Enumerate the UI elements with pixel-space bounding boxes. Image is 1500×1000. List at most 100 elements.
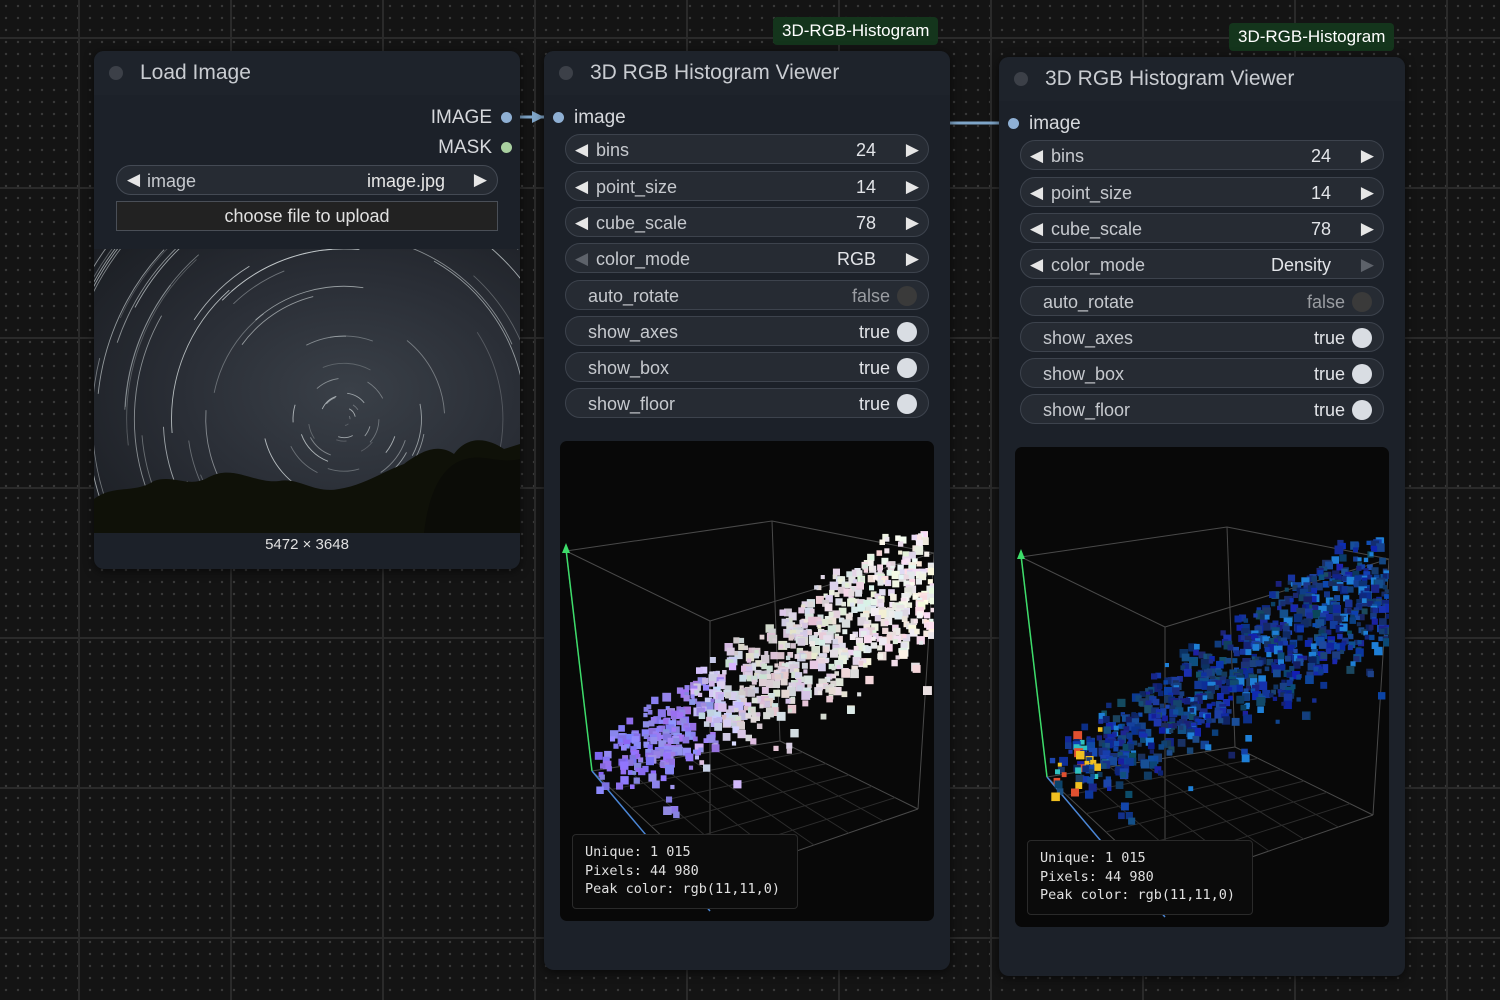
output-image-slot[interactable] xyxy=(501,112,512,123)
cube-scale-widget[interactable]: ◀ cube_scale 78 ▶ xyxy=(1020,213,1384,243)
right-triangle-icon[interactable]: ▶ xyxy=(906,213,919,233)
right-triangle-icon[interactable]: ▶ xyxy=(1361,219,1374,239)
histogram-point xyxy=(809,608,815,614)
cube-scale-widget[interactable]: ◀ cube_scale 78 ▶ xyxy=(565,207,929,237)
right-triangle-icon[interactable]: ▶ xyxy=(906,140,919,160)
histogram-point xyxy=(1227,709,1232,714)
histogram-point xyxy=(1275,719,1280,724)
left-triangle-icon[interactable]: ◀ xyxy=(1030,183,1043,203)
left-triangle-icon[interactable]: ◀ xyxy=(575,140,588,160)
left-triangle-icon[interactable]: ◀ xyxy=(127,170,140,190)
histogram-point xyxy=(1362,598,1367,603)
left-triangle-icon[interactable]: ◀ xyxy=(575,249,588,269)
collapse-dot-icon[interactable] xyxy=(559,66,573,80)
toggle-knob-icon[interactable] xyxy=(897,286,917,306)
right-triangle-icon[interactable]: ▶ xyxy=(906,177,919,197)
right-triangle-icon[interactable]: ▶ xyxy=(906,249,919,269)
histogram-point xyxy=(836,665,841,670)
auto-rotate-toggle[interactable]: auto_rotate false xyxy=(565,280,929,310)
histogram-point xyxy=(1158,690,1164,697)
histogram-point xyxy=(906,602,913,608)
histogram-point xyxy=(807,601,814,608)
right-triangle-icon[interactable]: ▶ xyxy=(1361,146,1374,166)
node-title-bar[interactable]: 3D RGB Histogram Viewer xyxy=(544,51,950,95)
toggle-knob-icon[interactable] xyxy=(1352,400,1372,420)
histogram-point xyxy=(1147,742,1155,750)
point-size-widget[interactable]: ◀ point_size 14 ▶ xyxy=(1020,177,1384,207)
histogram-point xyxy=(818,663,826,672)
histogram-point xyxy=(710,698,715,703)
histogram-point xyxy=(1163,680,1168,685)
toggle-knob-icon[interactable] xyxy=(897,394,917,414)
bins-widget[interactable]: ◀ bins 24 ▶ xyxy=(565,134,929,164)
show-axes-toggle[interactable]: show_axes true xyxy=(565,316,929,346)
bins-value: 24 xyxy=(1310,146,1331,166)
point-size-label: point_size xyxy=(596,177,678,197)
right-triangle-icon[interactable]: ▶ xyxy=(474,170,487,190)
collapse-dot-icon[interactable] xyxy=(1014,72,1028,86)
histogram-point xyxy=(1202,695,1208,700)
histogram-point xyxy=(1055,769,1060,775)
histogram-point xyxy=(1374,646,1383,656)
histogram-point xyxy=(1353,547,1358,553)
histogram-point xyxy=(1371,567,1379,575)
show-floor-toggle[interactable]: show_floor true xyxy=(1020,394,1384,424)
show-floor-toggle[interactable]: show_floor true xyxy=(565,388,929,418)
bins-widget[interactable]: ◀ bins 24 ▶ xyxy=(1020,140,1384,170)
histogram-point xyxy=(1339,626,1344,631)
right-triangle-icon[interactable]: ▶ xyxy=(1361,183,1374,203)
histogram-point xyxy=(895,655,900,660)
histogram-point xyxy=(1113,725,1119,731)
left-triangle-icon[interactable]: ◀ xyxy=(1030,146,1043,166)
histogram-point xyxy=(1065,742,1072,749)
upload-button[interactable]: choose file to upload xyxy=(116,201,498,231)
histogram-point xyxy=(1179,725,1184,730)
left-triangle-icon[interactable]: ◀ xyxy=(1030,255,1043,275)
show-box-toggle[interactable]: show_box true xyxy=(1020,358,1384,388)
histogram-point xyxy=(919,640,924,645)
histogram-point xyxy=(1211,729,1219,736)
input-image-slot[interactable] xyxy=(553,112,564,123)
histogram-point xyxy=(714,723,722,731)
point-size-widget[interactable]: ◀ point_size 14 ▶ xyxy=(565,171,929,201)
output-mask-slot[interactable] xyxy=(501,142,512,153)
image-select-widget[interactable]: ◀ image image.jpg ▶ xyxy=(116,165,498,195)
histogram-point xyxy=(1231,717,1240,726)
toggle-knob-icon[interactable] xyxy=(1352,364,1372,384)
collapse-dot-icon[interactable] xyxy=(109,66,123,80)
histogram-point xyxy=(751,679,757,685)
auto-rotate-toggle[interactable]: auto_rotate false xyxy=(1020,286,1384,316)
left-triangle-icon[interactable]: ◀ xyxy=(1030,219,1043,239)
histogram-point xyxy=(1266,652,1272,658)
color-mode-widget[interactable]: ◀ color_mode RGB ▶ xyxy=(565,243,929,273)
histogram-3d-view[interactable]: Unique: 1 015 Pixels: 44 980 Peak color:… xyxy=(560,441,934,921)
histogram-point xyxy=(1357,640,1362,645)
color-mode-label: color_mode xyxy=(596,249,691,269)
color-mode-value: Density xyxy=(1270,255,1331,275)
histogram-viewer-node-1[interactable]: 3D RGB Histogram Viewer image ◀ bins 24 … xyxy=(544,51,950,970)
left-triangle-icon[interactable]: ◀ xyxy=(575,177,588,197)
histogram-point xyxy=(1076,750,1085,760)
load-image-node[interactable]: Load Image IMAGE MASK ◀ image image.jpg … xyxy=(94,51,520,569)
histogram-point xyxy=(790,643,796,649)
histogram-point xyxy=(1339,554,1347,562)
toggle-knob-icon[interactable] xyxy=(897,322,917,342)
histogram-point xyxy=(855,589,862,597)
histogram-viewer-node-2[interactable]: 3D RGB Histogram Viewer image ◀ bins 24 … xyxy=(999,57,1405,976)
show-box-toggle[interactable]: show_box true xyxy=(565,352,929,382)
node-title-bar[interactable]: 3D RGB Histogram Viewer xyxy=(999,57,1405,101)
toggle-knob-icon[interactable] xyxy=(1352,292,1372,312)
right-triangle-icon[interactable]: ▶ xyxy=(1361,255,1374,275)
input-image-slot[interactable] xyxy=(1008,118,1019,129)
left-triangle-icon[interactable]: ◀ xyxy=(575,213,588,233)
histogram-point xyxy=(809,641,815,647)
histogram-point xyxy=(1155,713,1161,719)
histogram-3d-view[interactable]: Unique: 1 015 Pixels: 44 980 Peak color:… xyxy=(1015,447,1389,927)
toggle-knob-icon[interactable] xyxy=(897,358,917,378)
color-mode-widget[interactable]: ◀ color_mode Density ▶ xyxy=(1020,249,1384,279)
histogram-point xyxy=(1151,673,1158,680)
histogram-point xyxy=(761,663,767,670)
toggle-knob-icon[interactable] xyxy=(1352,328,1372,348)
node-title-bar[interactable]: Load Image xyxy=(94,51,520,95)
show-axes-toggle[interactable]: show_axes true xyxy=(1020,322,1384,352)
